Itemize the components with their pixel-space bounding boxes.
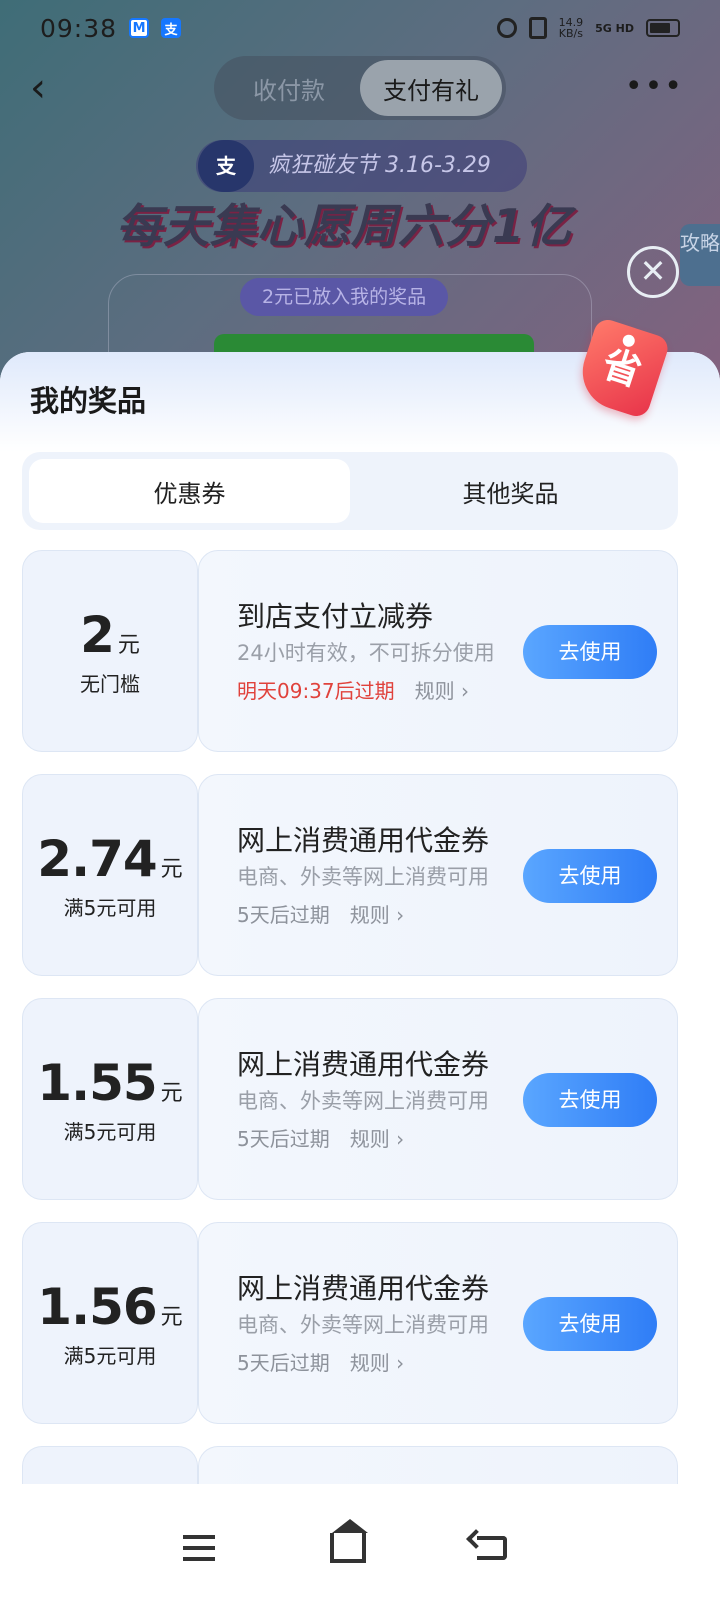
home-icon[interactable] bbox=[329, 1519, 390, 1563]
coupon-unit: 元 bbox=[160, 1304, 183, 1330]
coupon-condition: 满5元可用 bbox=[63, 895, 157, 920]
coupon-title: 到店支付立减券 bbox=[237, 600, 434, 633]
coupon-amount: 2.74 bbox=[37, 829, 157, 888]
more-button[interactable]: ••• bbox=[625, 72, 684, 102]
coupon-desc: 电商、外卖等网上消费可用 bbox=[237, 1089, 489, 1113]
coupon-unit: 元 bbox=[160, 1080, 183, 1106]
coupon-title: 网上消费通用代金券 bbox=[237, 824, 490, 857]
prize-tabs: 优惠券 其他奖品 bbox=[22, 452, 678, 530]
alipay-notification-icon: 支 bbox=[161, 18, 182, 38]
tab-other-prizes[interactable]: 其他奖品 bbox=[350, 459, 671, 523]
use-coupon-button[interactable]: 去使用 bbox=[523, 625, 657, 679]
coupon-expire: 明天09:37后过期 bbox=[237, 679, 395, 703]
coupon-rule-link[interactable]: 规则 › bbox=[350, 1123, 404, 1152]
system-nav-bar bbox=[0, 1484, 720, 1612]
coupon-unit: 元 bbox=[117, 632, 140, 658]
back-icon[interactable] bbox=[476, 1536, 537, 1560]
coupon-details: 到店支付立减券 24小时有效，不可拆分使用 明天09:37后过期 规则 › 去使… bbox=[198, 550, 678, 752]
use-coupon-button[interactable]: 去使用 bbox=[523, 1073, 657, 1127]
prize-sheet: 我的奖品 省 优惠券 其他奖品 2 元 无门槛 到店支付立减券 24小时有效，不… bbox=[0, 316, 720, 1506]
coupon-rule-link[interactable]: 规则 › bbox=[350, 1347, 404, 1376]
segment-control: 收付款 支付有礼 bbox=[214, 56, 506, 120]
network-indicator: 5G HD bbox=[595, 21, 634, 35]
coupon-value: 1.55 元 满5元可用 bbox=[22, 998, 198, 1200]
coupon-unit: 元 bbox=[160, 856, 183, 882]
coupon-condition: 无门槛 bbox=[80, 671, 140, 696]
coupon-desc: 电商、外卖等网上消费可用 bbox=[237, 865, 489, 889]
coupon-expire: 5天后过期 bbox=[237, 903, 330, 927]
coupon-expire: 5天后过期 bbox=[237, 1351, 330, 1375]
vibrate-icon bbox=[528, 17, 547, 39]
use-coupon-button[interactable]: 去使用 bbox=[523, 849, 657, 903]
promo-headline: 每天集心愿周六分1亿 bbox=[116, 199, 573, 253]
coupon-expire: 5天后过期 bbox=[237, 1127, 330, 1151]
coupon-title: 网上消费通用代金券 bbox=[237, 1048, 490, 1081]
coupon-amount: 2 bbox=[80, 605, 115, 664]
coupon-amount: 1.55 bbox=[37, 1053, 157, 1112]
battery-icon bbox=[646, 19, 680, 37]
coupon-card: 2 元 无门槛 到店支付立减券 24小时有效，不可拆分使用 明天09:37后过期… bbox=[22, 550, 678, 752]
alarm-icon bbox=[496, 18, 517, 38]
coupon-card: 1.56 元 满5元可用 网上消费通用代金券 电商、外卖等网上消费可用 5天后过… bbox=[22, 1222, 678, 1424]
coupon-list: 2 元 无门槛 到店支付立减券 24小时有效，不可拆分使用 明天09:37后过期… bbox=[22, 550, 678, 1528]
coupon-desc: 电商、外卖等网上消费可用 bbox=[237, 1313, 489, 1337]
coupon-condition: 满5元可用 bbox=[63, 1119, 157, 1144]
net-speed: 14.9 KB/s bbox=[559, 17, 584, 39]
prize-note: 2元已放入我的奖品 bbox=[240, 278, 449, 316]
coupon-details: 网上消费通用代金券 电商、外卖等网上消费可用 5天后过期 规则 › 去使用 bbox=[198, 998, 678, 1200]
coupon-details: 网上消费通用代金券 电商、外卖等网上消费可用 5天后过期 规则 › 去使用 bbox=[198, 1222, 678, 1424]
tab-collect-pay[interactable]: 收付款 bbox=[218, 60, 360, 116]
coupon-rule-link[interactable]: 规则 › bbox=[350, 899, 404, 928]
coupon-rule-link[interactable]: 规则 › bbox=[415, 675, 469, 704]
use-coupon-button[interactable]: 去使用 bbox=[523, 1297, 657, 1351]
coupon-card: 2.74 元 满5元可用 网上消费通用代金券 电商、外卖等网上消费可用 5天后过… bbox=[22, 774, 678, 976]
status-bar: 09:38 M 支 14.9 KB/s 5G HD bbox=[0, 0, 720, 56]
top-nav: ‹ 收付款 支付有礼 ••• bbox=[0, 56, 720, 120]
strategy-side-tag[interactable]: 攻略 bbox=[680, 224, 720, 286]
net-speed-unit: KB/s bbox=[558, 27, 583, 40]
coupon-title: 网上消费通用代金券 bbox=[237, 1272, 490, 1305]
coupon-desc: 24小时有效，不可拆分使用 bbox=[237, 641, 495, 665]
coupon-card: 1.55 元 满5元可用 网上消费通用代金券 电商、外卖等网上消费可用 5天后过… bbox=[22, 998, 678, 1200]
sheet-title: 我的奖品 bbox=[30, 384, 147, 418]
coupon-value: 2 元 无门槛 bbox=[22, 550, 198, 752]
back-button[interactable]: ‹ bbox=[30, 66, 70, 110]
coupon-value: 2.74 元 满5元可用 bbox=[22, 774, 198, 976]
coupon-details: 网上消费通用代金券 电商、外卖等网上消费可用 5天后过期 规则 › 去使用 bbox=[198, 774, 678, 976]
tab-pay-gift[interactable]: 支付有礼 bbox=[360, 60, 502, 116]
menu-icon[interactable] bbox=[183, 1535, 243, 1561]
app-notification-icon: M bbox=[129, 18, 150, 38]
coupon-value: 1.56 元 满5元可用 bbox=[22, 1222, 198, 1424]
status-time: 09:38 bbox=[40, 13, 118, 43]
tab-coupons[interactable]: 优惠券 bbox=[29, 459, 350, 523]
coupon-condition: 满5元可用 bbox=[63, 1343, 157, 1368]
promo-logo: 支 bbox=[198, 140, 254, 192]
close-icon[interactable]: ✕ bbox=[627, 246, 679, 298]
coupon-amount: 1.56 bbox=[37, 1277, 157, 1336]
